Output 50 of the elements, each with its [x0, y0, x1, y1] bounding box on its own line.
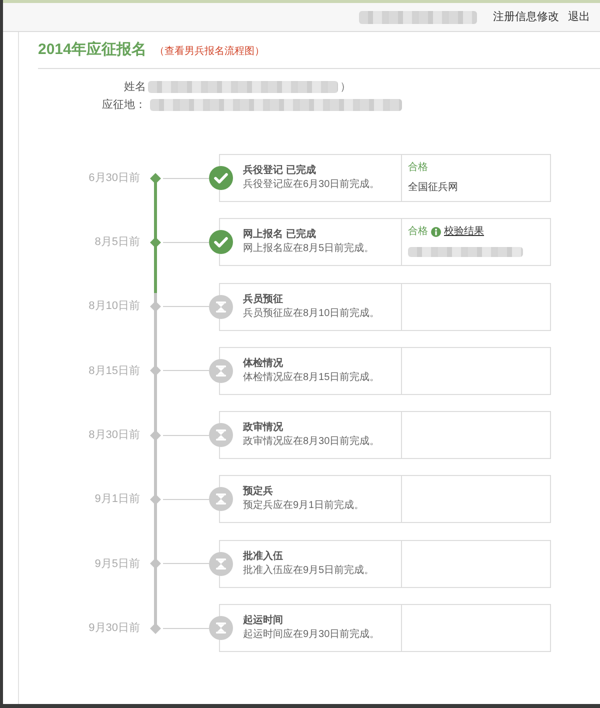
deadline-label: 6月30日前	[88, 170, 140, 186]
connector-line	[163, 628, 209, 629]
connector-line	[163, 563, 209, 564]
connector-line	[163, 434, 209, 436]
deadline-label: 9月1日前	[94, 492, 140, 508]
step-title: 预定兵	[243, 485, 274, 500]
page-title: 2014年应征报名	[38, 40, 146, 60]
connector-line	[163, 242, 209, 243]
connector-line	[163, 498, 209, 500]
step-description: 体检情况应在8月15日前完成。	[243, 370, 381, 385]
step-description: 兵役登记应在6月30日前完成。	[243, 178, 381, 192]
deadline-label: 9月30日前	[88, 620, 140, 636]
step-title: 起运时间	[243, 614, 284, 628]
step-title: 体检情况	[243, 356, 284, 371]
diamond-node-icon	[150, 236, 160, 248]
diamond-node-icon	[150, 172, 160, 184]
check-result-link[interactable]: 校验结果	[444, 225, 484, 240]
diamond-node-icon	[150, 622, 160, 634]
step-description: 预定兵应在9月1日前完成。	[243, 499, 366, 514]
header-link[interactable]: 退出	[568, 10, 590, 24]
connector-line	[163, 370, 209, 372]
diamond-node-icon	[150, 558, 160, 570]
connector-line	[163, 306, 209, 308]
step-description: 起运时间应在9月30日前完成。	[243, 628, 381, 642]
step-description: 政审情况应在8月30日前完成。	[243, 435, 381, 450]
step-title: 批准入伍	[243, 550, 284, 564]
step-description: 兵员预征应在8月10日前完成。	[243, 306, 381, 321]
step-title: 兵员预征	[243, 292, 284, 307]
diamond-node-icon	[150, 430, 160, 441]
deadline-label: 8月15日前	[88, 364, 140, 379]
diamond-node-icon	[150, 365, 160, 376]
result-status: 合格	[408, 225, 428, 240]
diamond-node-icon	[150, 494, 160, 505]
step-title: 兵役登记 已完成	[243, 164, 317, 178]
field-label: 应征地：	[101, 98, 146, 113]
step-title: 网上报名 已完成	[243, 228, 317, 242]
result-status: 合格	[408, 161, 428, 175]
paren-text: ）	[340, 80, 351, 95]
deadline-label: 9月5日前	[94, 556, 140, 572]
field-label: 姓名	[123, 80, 146, 95]
step-description: 批准入伍应在9月5日前完成。	[243, 564, 376, 578]
step-title: 政审情况	[243, 421, 284, 436]
header-link[interactable]: 注册信息修改	[493, 10, 559, 24]
step-description: 网上报名应在8月5日前完成。	[243, 242, 376, 256]
result-detail: 全国征兵网	[408, 181, 459, 195]
deadline-label: 8月30日前	[88, 428, 140, 443]
deadline-label: 8月10日前	[88, 299, 140, 314]
diamond-node-icon	[150, 301, 160, 312]
deadline-label: 8月5日前	[94, 235, 140, 250]
flow-chart-link[interactable]: （查看男兵报名流程图）	[154, 44, 264, 59]
